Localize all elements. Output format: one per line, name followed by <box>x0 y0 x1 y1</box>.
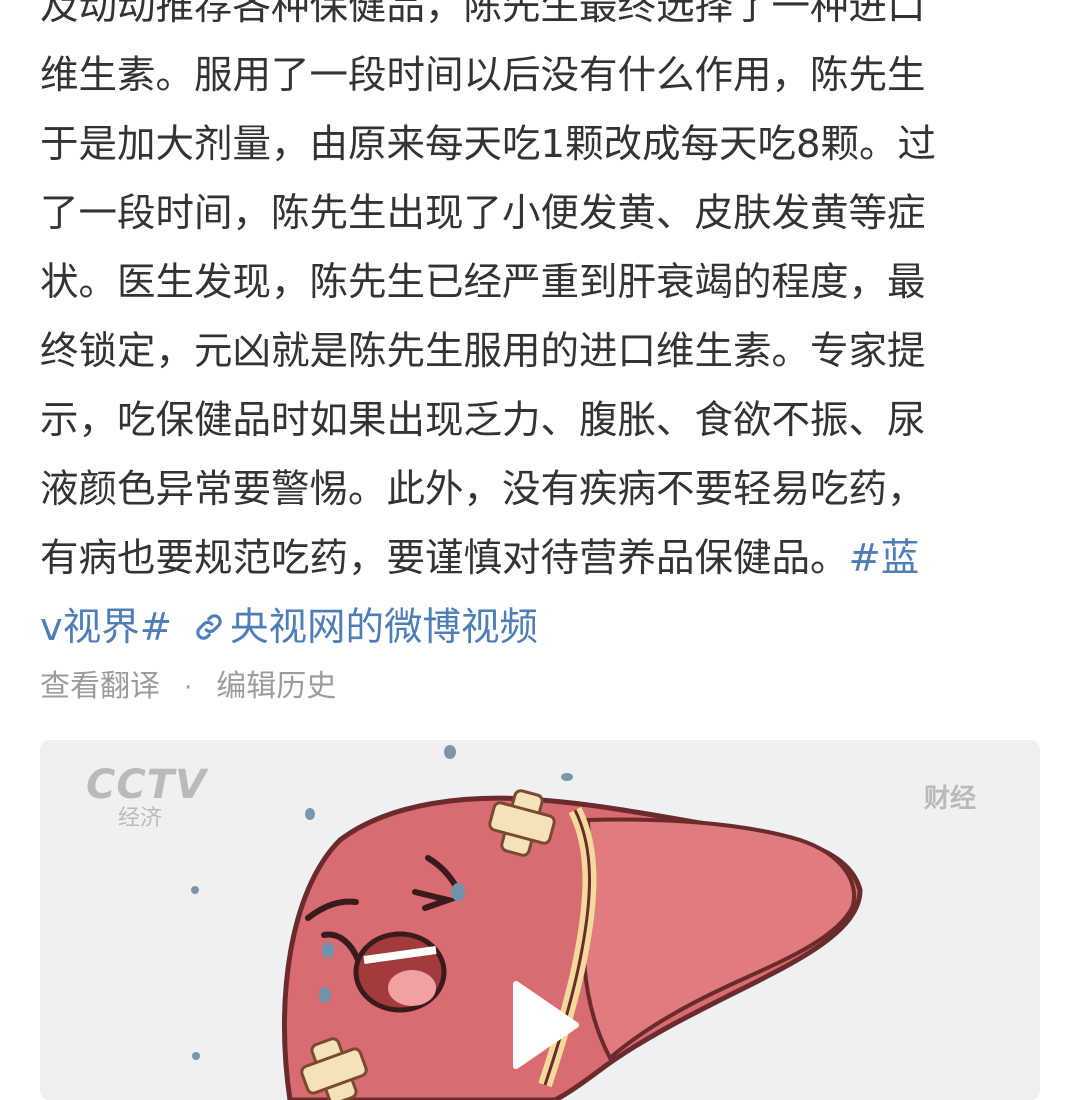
play-icon[interactable] <box>510 980 580 1070</box>
video-player[interactable]: CCTV 经济 财经 <box>40 740 1040 1100</box>
post-line: 于是加大剂量，由原来每天吃1颗改成每天吃8颗。过 <box>40 122 936 167</box>
topic-link-continued[interactable]: v视界# <box>40 605 172 650</box>
post-line: 终锁定，元凶就是陈先生服用的进口维生素。专家提 <box>40 329 926 374</box>
post-line: 及动动推荐各种保健品，陈先生最终选择了一种进口 <box>40 0 926 29</box>
translate-link[interactable]: 查看翻译 <box>40 669 160 704</box>
cctv-channel-label: 经济 <box>118 806 163 831</box>
post-line-text: 有病也要规范吃药，要谨慎对待营养品保健品。 <box>40 536 849 581</box>
post-line: 液颜色异常要警惕。此外，没有疾病不要轻易吃药， <box>40 467 926 512</box>
post-line: 了一段时间，陈先生出现了小便发黄、皮肤发黄等症 <box>40 191 926 236</box>
meta-separator: · <box>184 673 193 703</box>
channel-watermark: 财经 <box>923 784 976 814</box>
post-meta-row: 查看翻译 · 编辑历史 <box>40 665 336 710</box>
post-body: 及动动推荐各种保健品，陈先生最终选择了一种进口 维生素。服用了一段时间以后没有什… <box>40 0 1040 662</box>
post-line-last: 有病也要规范吃药，要谨慎对待营养品保健品。#蓝 <box>40 524 1040 593</box>
link-icon[interactable] <box>192 597 226 640</box>
post-line: 示，吃保健品时如果出现乏力、腹胀、食欲不振、尿 <box>40 398 926 443</box>
post-line-links: v视界# 央视网的微博视频 <box>40 593 1040 662</box>
video-source-link[interactable]: 央视网的微博视频 <box>230 605 538 650</box>
post-line: 维生素。服用了一段时间以后没有什么作用，陈先生 <box>40 53 926 98</box>
topic-link[interactable]: #蓝 <box>849 536 920 581</box>
post-line: 状。医生发现，陈先生已经严重到肝衰竭的程度，最 <box>40 260 926 305</box>
edit-history-link[interactable]: 编辑历史 <box>216 669 336 704</box>
